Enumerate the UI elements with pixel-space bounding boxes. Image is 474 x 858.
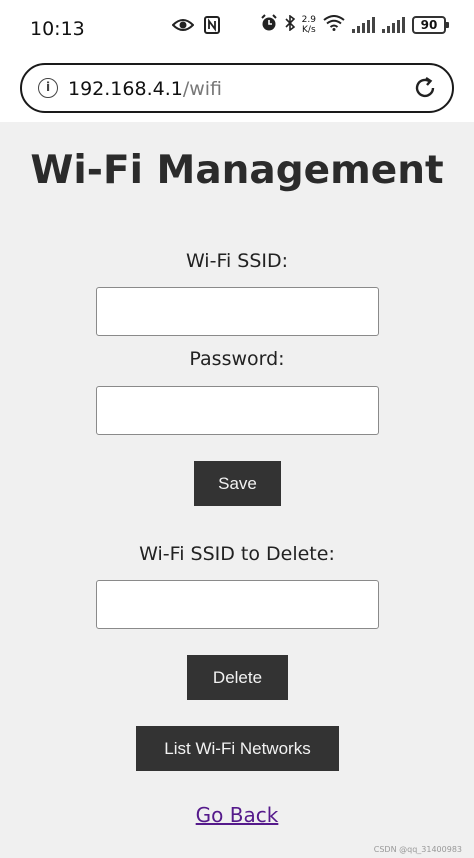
status-bar: 10:13 2.9 K/s 90 — [0, 0, 474, 58]
address-bar[interactable]: i 192.168.4.1/wifi — [20, 63, 454, 113]
battery-indicator: 90 — [412, 16, 449, 34]
ssid-label: Wi-Fi SSID: — [185, 250, 289, 272]
status-left-icons — [171, 16, 220, 38]
cell-signal-2-icon — [382, 17, 405, 33]
go-back-link[interactable]: Go Back — [0, 803, 474, 827]
delete-ssid-input[interactable] — [96, 580, 379, 629]
status-time: 10:13 — [30, 18, 85, 40]
url-host: 192.168.4.1 — [68, 78, 183, 100]
url-path: /wifi — [182, 78, 223, 100]
reload-icon[interactable] — [412, 75, 438, 101]
page-content: Wi-Fi Management Wi-Fi SSID: Password: S… — [0, 122, 474, 858]
page-title: Wi-Fi Management — [30, 148, 444, 193]
ssid-input[interactable] — [96, 287, 379, 336]
url-text[interactable]: 192.168.4.1/wifi — [68, 78, 222, 100]
alarm-icon — [260, 14, 278, 36]
network-speed: 2.9 K/s — [302, 15, 316, 35]
password-label: Password: — [189, 348, 285, 370]
list-networks-button[interactable]: List Wi-Fi Networks — [136, 726, 339, 771]
delete-ssid-label: Wi-Fi SSID to Delete: — [139, 543, 335, 565]
bluetooth-icon — [285, 14, 295, 35]
delete-button[interactable]: Delete — [187, 655, 288, 700]
wifi-signal-icon — [323, 15, 345, 35]
info-icon[interactable]: i — [38, 78, 58, 98]
network-speed-unit: K/s — [302, 25, 316, 35]
status-right-icons: 2.9 K/s 90 — [260, 14, 449, 36]
password-input[interactable] — [96, 386, 379, 435]
nfc-icon — [204, 16, 220, 38]
network-speed-value: 2.9 — [301, 15, 316, 25]
eye-icon — [171, 17, 195, 37]
save-button[interactable]: Save — [194, 461, 281, 506]
cell-signal-1-icon — [352, 17, 375, 33]
watermark: CSDN @qq_31400983 — [373, 845, 462, 854]
